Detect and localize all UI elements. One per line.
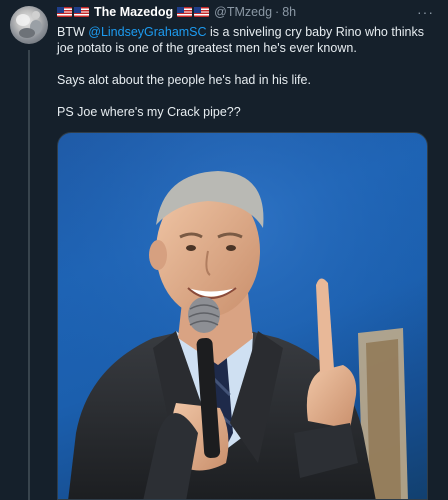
display-name[interactable]: The Mazedog <box>94 5 173 19</box>
tweet-text: BTW @LindseyGrahamSC is a sniveling cry … <box>57 24 435 120</box>
tweet-paragraph-2: Says alot about the people he's had in h… <box>57 73 311 87</box>
us-flag-icon <box>177 7 193 17</box>
us-flag-icon <box>57 7 72 17</box>
tweet-header: The Mazedog @TMzedg · 8h <box>57 4 437 20</box>
us-flag-icons-right <box>177 7 211 17</box>
tweet-paragraph-1: BTW @LindseyGrahamSC is a sniveling cry … <box>57 24 435 56</box>
us-flag-icon <box>194 7 210 17</box>
user-handle[interactable]: @TMzedg <box>214 5 272 19</box>
tweet-time[interactable]: 8h <box>282 5 296 19</box>
more-options-icon[interactable]: ··· <box>417 4 434 20</box>
mention-link[interactable]: @LindseyGrahamSC <box>88 25 206 39</box>
tweet-paragraph-3: PS Joe where's my Crack pipe?? <box>57 105 241 119</box>
photo-man-holding-microphone <box>58 133 427 499</box>
thread-line <box>28 50 30 500</box>
separator-dot: · <box>275 5 280 19</box>
us-flag-icons-left <box>57 7 91 17</box>
tweet-photo[interactable] <box>57 132 428 500</box>
text-before-mention: BTW <box>57 25 89 39</box>
us-flag-icon <box>74 7 89 17</box>
avatar[interactable] <box>10 6 48 44</box>
